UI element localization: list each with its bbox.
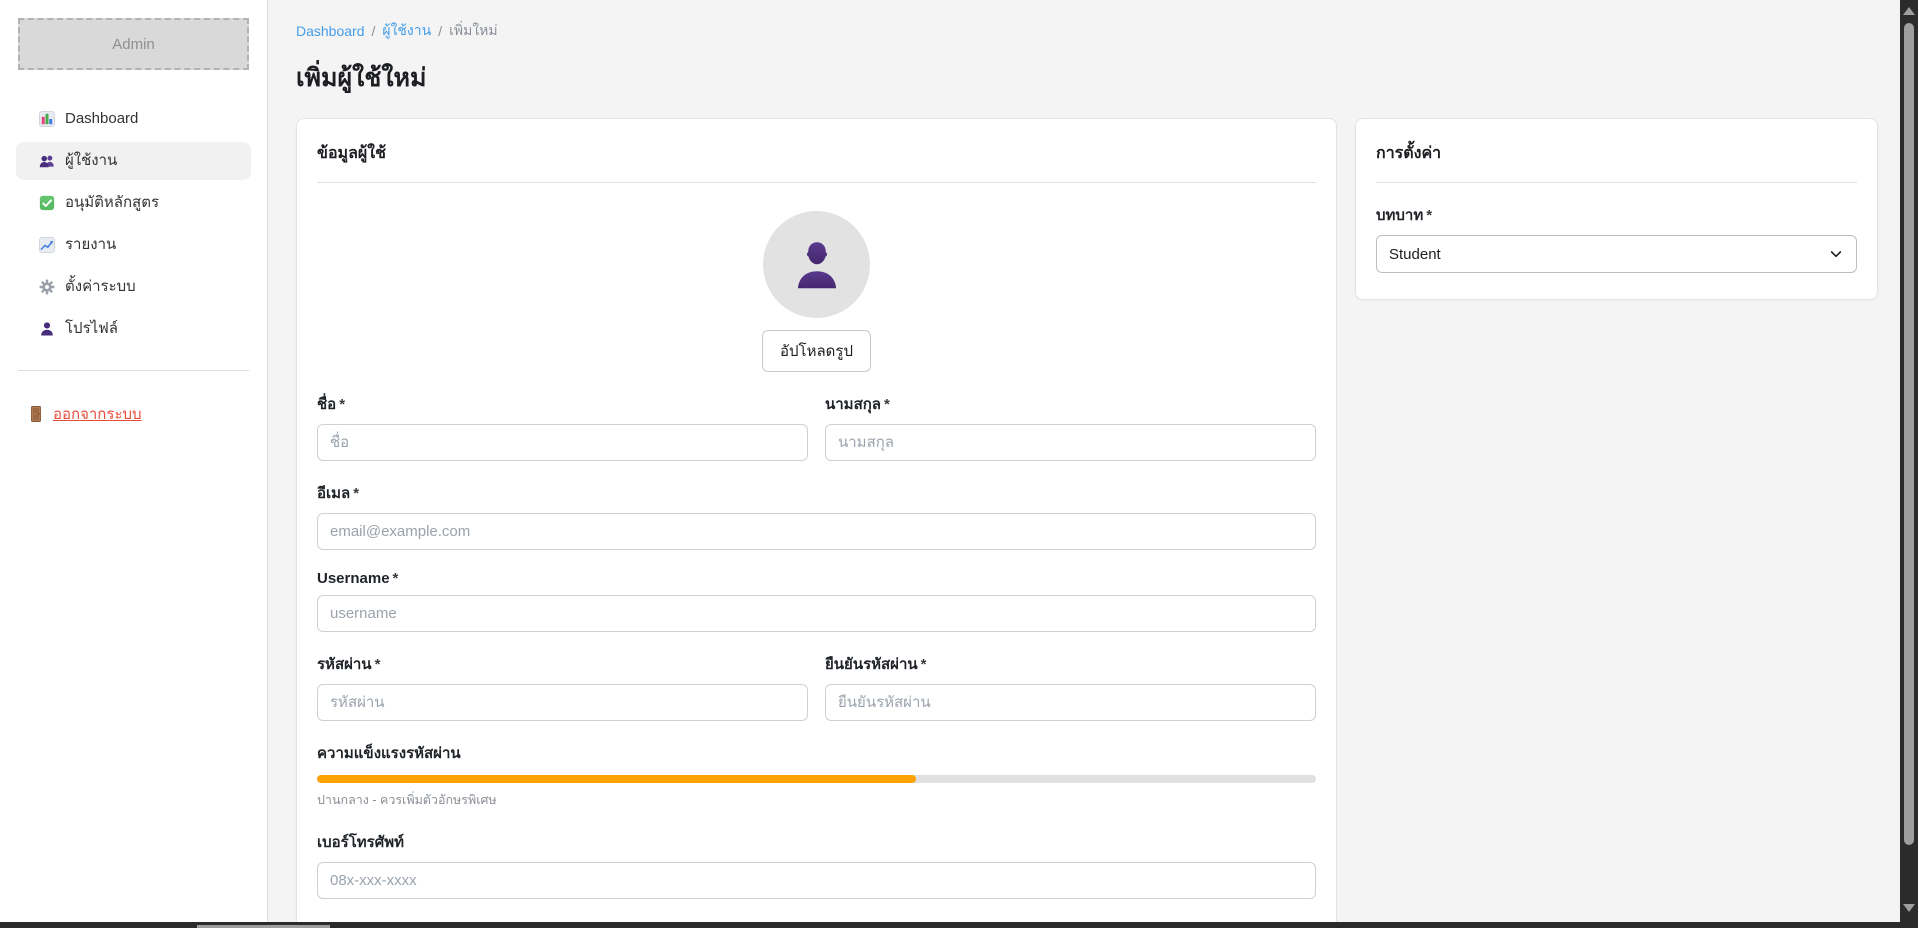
door-icon xyxy=(28,405,44,423)
sidebar-item-label: รายงาน xyxy=(65,235,116,255)
breadcrumb-current: เพิ่มใหม่ xyxy=(449,20,498,42)
role-select[interactable]: Student xyxy=(1376,235,1857,273)
sidebar-item-reports[interactable]: รายงาน xyxy=(16,226,251,264)
role-label: บทบาท* xyxy=(1376,203,1857,227)
card-divider xyxy=(317,182,1316,183)
main-content: Dashboard / ผู้ใช้งาน / เพิ่มใหม่ เพิ่มผ… xyxy=(268,0,1900,922)
app-window: Admin Dashboard ผู้ใช้งาน อนุมัติหลักสูต… xyxy=(0,0,1918,928)
sidebar-item-label: อนุมัติหลักสูตร xyxy=(65,193,159,213)
password-input[interactable] xyxy=(317,684,808,721)
confirm-password-input[interactable] xyxy=(825,684,1316,721)
password-strength-bar xyxy=(317,775,1316,783)
profile-icon xyxy=(38,320,56,338)
last-name-input[interactable] xyxy=(825,424,1316,461)
approve-icon xyxy=(38,194,56,212)
horizontal-scrollbar[interactable] xyxy=(0,922,1918,928)
email-label: อีเมล* xyxy=(317,481,1316,505)
sidebar-item-dashboard[interactable]: Dashboard xyxy=(16,100,251,138)
last-name-label: นามสกุล* xyxy=(825,392,1316,416)
settings-card: การตั้งค่า บทบาท* Student xyxy=(1355,118,1878,300)
confirm-password-label: ยืนยันรหัสผ่าน* xyxy=(825,652,1316,676)
password-strength-helper: ปานกลาง - ควรเพิ่มตัวอักษรพิเศษ xyxy=(317,790,1316,810)
vertical-scrollbar-thumb[interactable] xyxy=(1904,23,1914,845)
scroll-down-arrow-icon[interactable] xyxy=(1903,904,1915,912)
phone-input[interactable] xyxy=(317,862,1316,899)
sidebar-item-profile[interactable]: โปรไฟล์ xyxy=(16,310,251,348)
sidebar-item-label: โปรไฟล์ xyxy=(65,319,118,339)
username-label: Username* xyxy=(317,570,1316,587)
role-selected-value: Student xyxy=(1389,246,1441,263)
password-strength-fill xyxy=(317,775,916,783)
sidebar-item-label: ตั้งค่าระบบ xyxy=(65,277,136,297)
sidebar-item-course-approval[interactable]: อนุมัติหลักสูตร xyxy=(16,184,251,222)
vertical-scrollbar[interactable] xyxy=(1900,0,1918,922)
breadcrumb-dashboard[interactable]: Dashboard xyxy=(296,23,365,39)
email-input[interactable] xyxy=(317,513,1316,550)
user-info-card: ข้อมูลผู้ใช้ อัปโหลดรูป ชื่อ* xyxy=(296,118,1337,922)
sidebar-divider xyxy=(18,370,249,371)
password-label: รหัสผ่าน* xyxy=(317,652,808,676)
page-title: เพิ่มผู้ใช้ใหม่ xyxy=(296,58,1878,98)
chevron-down-icon xyxy=(1828,246,1844,262)
settings-card-title: การตั้งค่า xyxy=(1376,139,1857,182)
first-name-label: ชื่อ* xyxy=(317,392,808,416)
scroll-up-arrow-icon[interactable] xyxy=(1903,7,1915,15)
sidebar: Admin Dashboard ผู้ใช้งาน อนุมัติหลักสูต… xyxy=(0,0,268,922)
sidebar-item-label: ผู้ใช้งาน xyxy=(65,151,117,171)
upload-photo-button[interactable]: อัปโหลดรูป xyxy=(762,330,871,372)
logout-link[interactable]: ออกจากระบบ xyxy=(16,393,251,435)
username-input[interactable] xyxy=(317,595,1316,632)
first-name-input[interactable] xyxy=(317,424,808,461)
dashboard-icon xyxy=(38,110,56,128)
card-divider xyxy=(1376,182,1857,183)
breadcrumb-separator: / xyxy=(372,23,376,39)
sidebar-item-label: Dashboard xyxy=(65,109,138,129)
logout-label: ออกจากระบบ xyxy=(53,402,142,426)
avatar xyxy=(763,211,870,318)
logo-text: Admin xyxy=(112,36,155,53)
breadcrumb-users[interactable]: ผู้ใช้งาน xyxy=(382,20,431,42)
sidebar-item-system-settings[interactable]: ตั้งค่าระบบ xyxy=(16,268,251,306)
logo-placeholder: Admin xyxy=(18,18,249,70)
sidebar-nav: Dashboard ผู้ใช้งาน อนุมัติหลักสูตร รายง… xyxy=(0,100,267,348)
password-strength-label: ความแข็งแรงรหัสผ่าน xyxy=(317,741,1316,765)
person-icon xyxy=(786,234,848,296)
settings-icon xyxy=(38,278,56,296)
breadcrumb: Dashboard / ผู้ใช้งาน / เพิ่มใหม่ xyxy=(296,20,1878,42)
user-card-title: ข้อมูลผู้ใช้ xyxy=(317,139,1316,182)
sidebar-item-users[interactable]: ผู้ใช้งาน xyxy=(16,142,251,180)
phone-label: เบอร์โทรศัพท์ xyxy=(317,830,1316,854)
report-icon xyxy=(38,236,56,254)
users-icon xyxy=(38,152,56,170)
breadcrumb-separator: / xyxy=(438,23,442,39)
